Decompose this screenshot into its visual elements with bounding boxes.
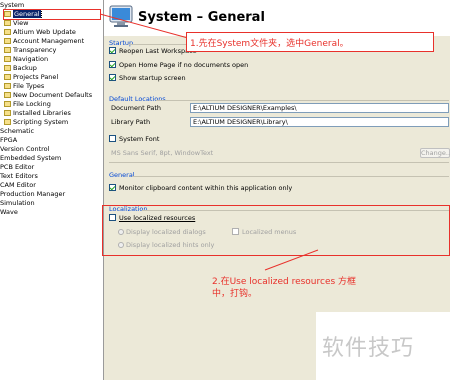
- highlight-localization: [102, 205, 450, 256]
- annotation-step-2-line2: 中，打钩。: [212, 289, 258, 299]
- watermark: 软件技巧: [322, 336, 415, 361]
- annotation-step-1: 1.先在System文件夹，选中General。: [190, 39, 349, 49]
